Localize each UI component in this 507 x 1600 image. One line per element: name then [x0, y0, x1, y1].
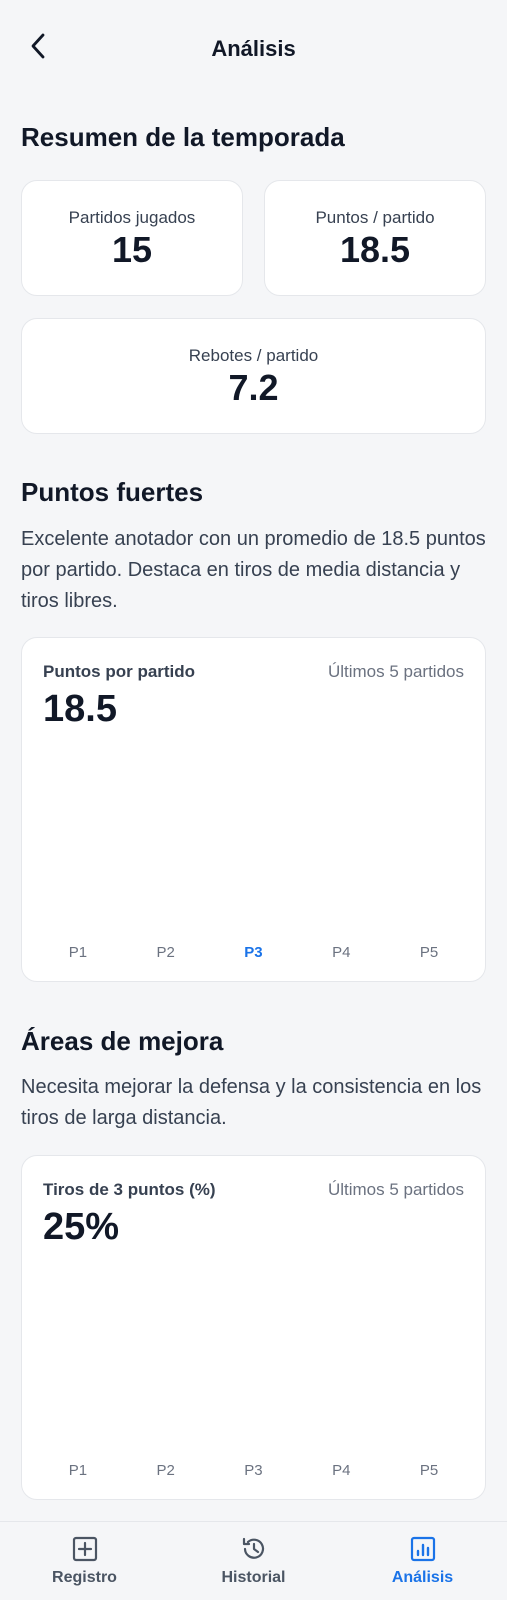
plus-square-icon [71, 1535, 99, 1563]
x-label[interactable]: P1 [58, 944, 98, 961]
strengths-text: Excelente anotador con un promedio de 18… [21, 528, 486, 612]
stat-label: Partidos jugados [68, 208, 196, 227]
header: Análisis [0, 0, 507, 100]
chart-subtitle: Últimos 5 partidos [327, 1180, 464, 1199]
chart-x-labels: P1 P2 P3 P4 P5 [22, 944, 485, 961]
stat-label: Rebotes / partido [188, 346, 319, 365]
x-label[interactable]: P3 [233, 1462, 273, 1479]
chart-subtitle: Últimos 5 partidos [327, 662, 464, 681]
improvement-title: Áreas de mejora [21, 1026, 224, 1056]
strengths-title: Puntos fuertes [21, 477, 204, 507]
x-label-active[interactable]: P3 [233, 944, 273, 961]
stat-label: Puntos / partido [315, 208, 435, 227]
tab-label: Historial [221, 1569, 286, 1586]
x-label[interactable]: P4 [321, 1462, 361, 1479]
improvement-text: Necesita mejorar la defensa y la consist… [21, 1076, 482, 1129]
three-point-chart-card: Tiros de 3 puntos (%) Últimos 5 partidos… [21, 1155, 486, 1500]
points-chart-card: Puntos por partido Últimos 5 partidos 18… [21, 637, 486, 982]
x-label[interactable]: P5 [409, 1462, 449, 1479]
chart-value: 25% [43, 1206, 120, 1248]
stat-card-rebounds: Rebotes / partido 7.2 [21, 318, 486, 434]
stat-card-games: Partidos jugados 15 [21, 180, 243, 296]
x-label[interactable]: P2 [146, 1462, 186, 1479]
stat-card-points: Puntos / partido 18.5 [264, 180, 486, 296]
tab-historial[interactable]: Historial [179, 1535, 329, 1587]
chart-icon [409, 1535, 437, 1563]
x-label[interactable]: P4 [321, 944, 361, 961]
tab-registro[interactable]: Registro [10, 1535, 160, 1587]
stat-value: 15 [111, 229, 153, 270]
bottom-tab-bar: Registro Historial Análisis [0, 1521, 507, 1600]
history-icon [240, 1535, 268, 1563]
x-label[interactable]: P1 [58, 1462, 98, 1479]
x-label[interactable]: P5 [409, 944, 449, 961]
stat-value: 7.2 [228, 367, 279, 408]
season-summary-title: Resumen de la temporada [21, 122, 345, 152]
chart-value: 18.5 [43, 688, 117, 730]
tab-label: Registro [52, 1569, 117, 1586]
page-title: Análisis [211, 36, 296, 61]
tab-label: Análisis [391, 1569, 454, 1586]
stat-value: 18.5 [339, 229, 411, 270]
chart-label: Puntos por partido [43, 662, 196, 681]
chart-x-labels: P1 P2 P3 P4 P5 [22, 1462, 485, 1479]
chart-label: Tiros de 3 puntos (%) [43, 1180, 216, 1199]
x-label[interactable]: P2 [146, 944, 186, 961]
tab-analisis[interactable]: Análisis [348, 1535, 498, 1587]
